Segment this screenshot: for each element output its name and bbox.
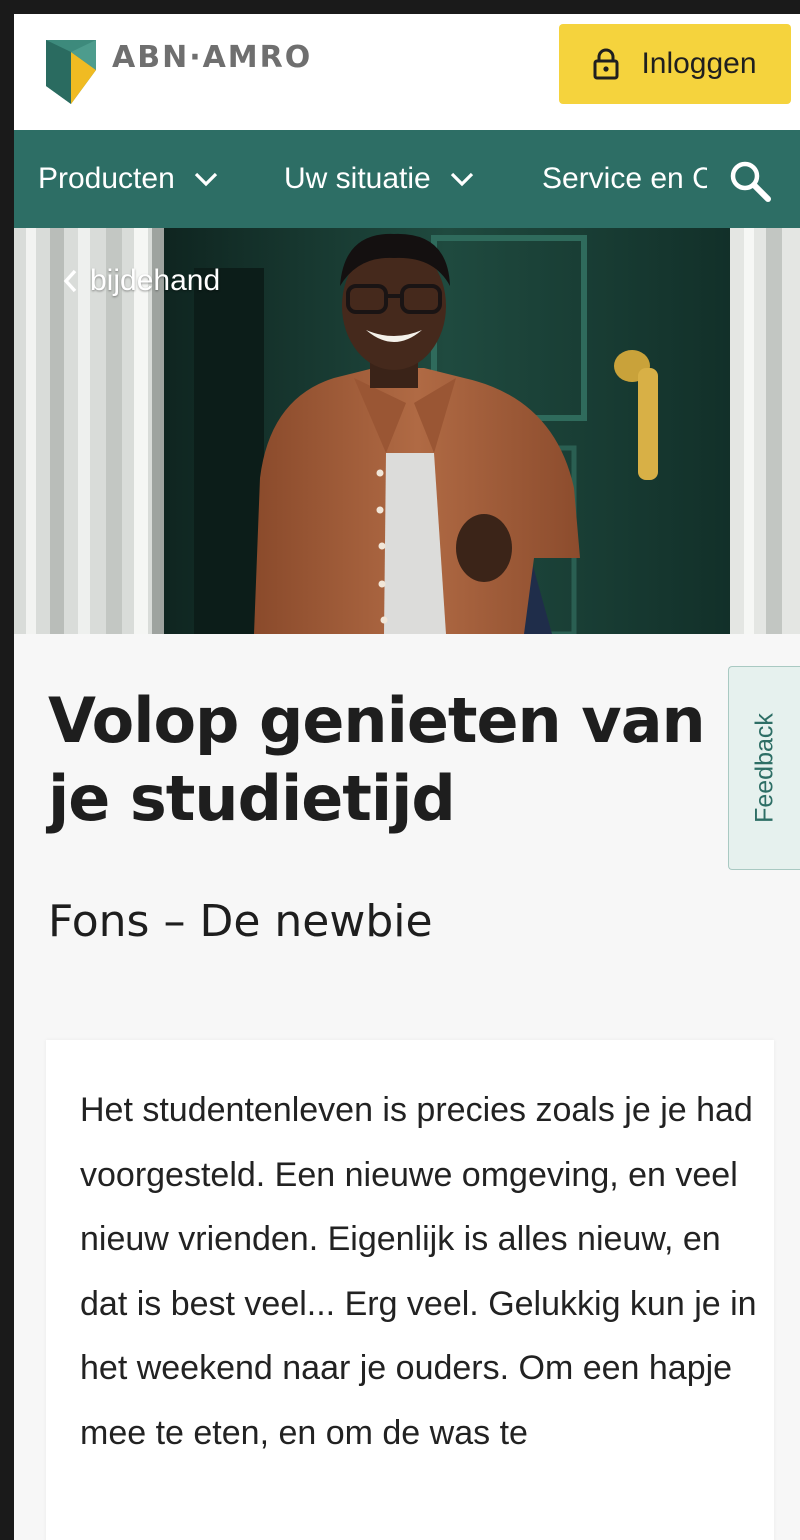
nav-item-label: Service en C xyxy=(542,162,707,195)
nav-item-producten[interactable]: Producten xyxy=(38,130,219,228)
article-card: Het studentenleven is precies zoals je j… xyxy=(46,1040,774,1540)
feedback-label: Feedback xyxy=(750,713,778,823)
chevron-down-icon xyxy=(450,172,473,187)
page-title: Volop genieten van je studietijd xyxy=(48,684,706,835)
brand-wordmark: ABN·AMRO xyxy=(112,40,313,75)
feedback-tab[interactable]: Feedback xyxy=(728,666,800,870)
chevron-left-icon xyxy=(63,269,77,293)
abn-amro-shield-icon xyxy=(46,40,96,104)
hero-image: bijdehand xyxy=(14,228,800,634)
nav-item-service[interactable]: Service en C xyxy=(542,130,707,228)
back-link-bijdehand[interactable]: bijdehand xyxy=(62,264,220,298)
search-icon[interactable] xyxy=(726,157,774,205)
nav-overflow-clip: Service en C xyxy=(542,130,707,228)
device-frame: ABN·AMRO Inloggen Producten Uw situatie xyxy=(0,0,800,1540)
browser-viewport: ABN·AMRO Inloggen Producten Uw situatie xyxy=(14,14,800,1540)
login-button[interactable]: Inloggen xyxy=(559,24,791,104)
main-nav: Producten Uw situatie Service en C xyxy=(14,130,800,228)
nav-item-label: Uw situatie xyxy=(284,162,431,195)
article-body: Het studentenleven is precies zoals je j… xyxy=(80,1091,757,1452)
nav-item-label: Producten xyxy=(38,162,175,195)
nav-item-uw-situatie[interactable]: Uw situatie xyxy=(284,130,475,228)
lock-icon xyxy=(593,48,619,80)
login-label: Inloggen xyxy=(641,47,757,80)
site-header: ABN·AMRO Inloggen xyxy=(14,14,800,130)
chevron-down-icon xyxy=(194,172,217,187)
page-subtitle: Fons – De newbie xyxy=(48,896,433,947)
brand-logo[interactable]: ABN·AMRO xyxy=(46,40,310,104)
back-link-label: bijdehand xyxy=(90,264,221,297)
